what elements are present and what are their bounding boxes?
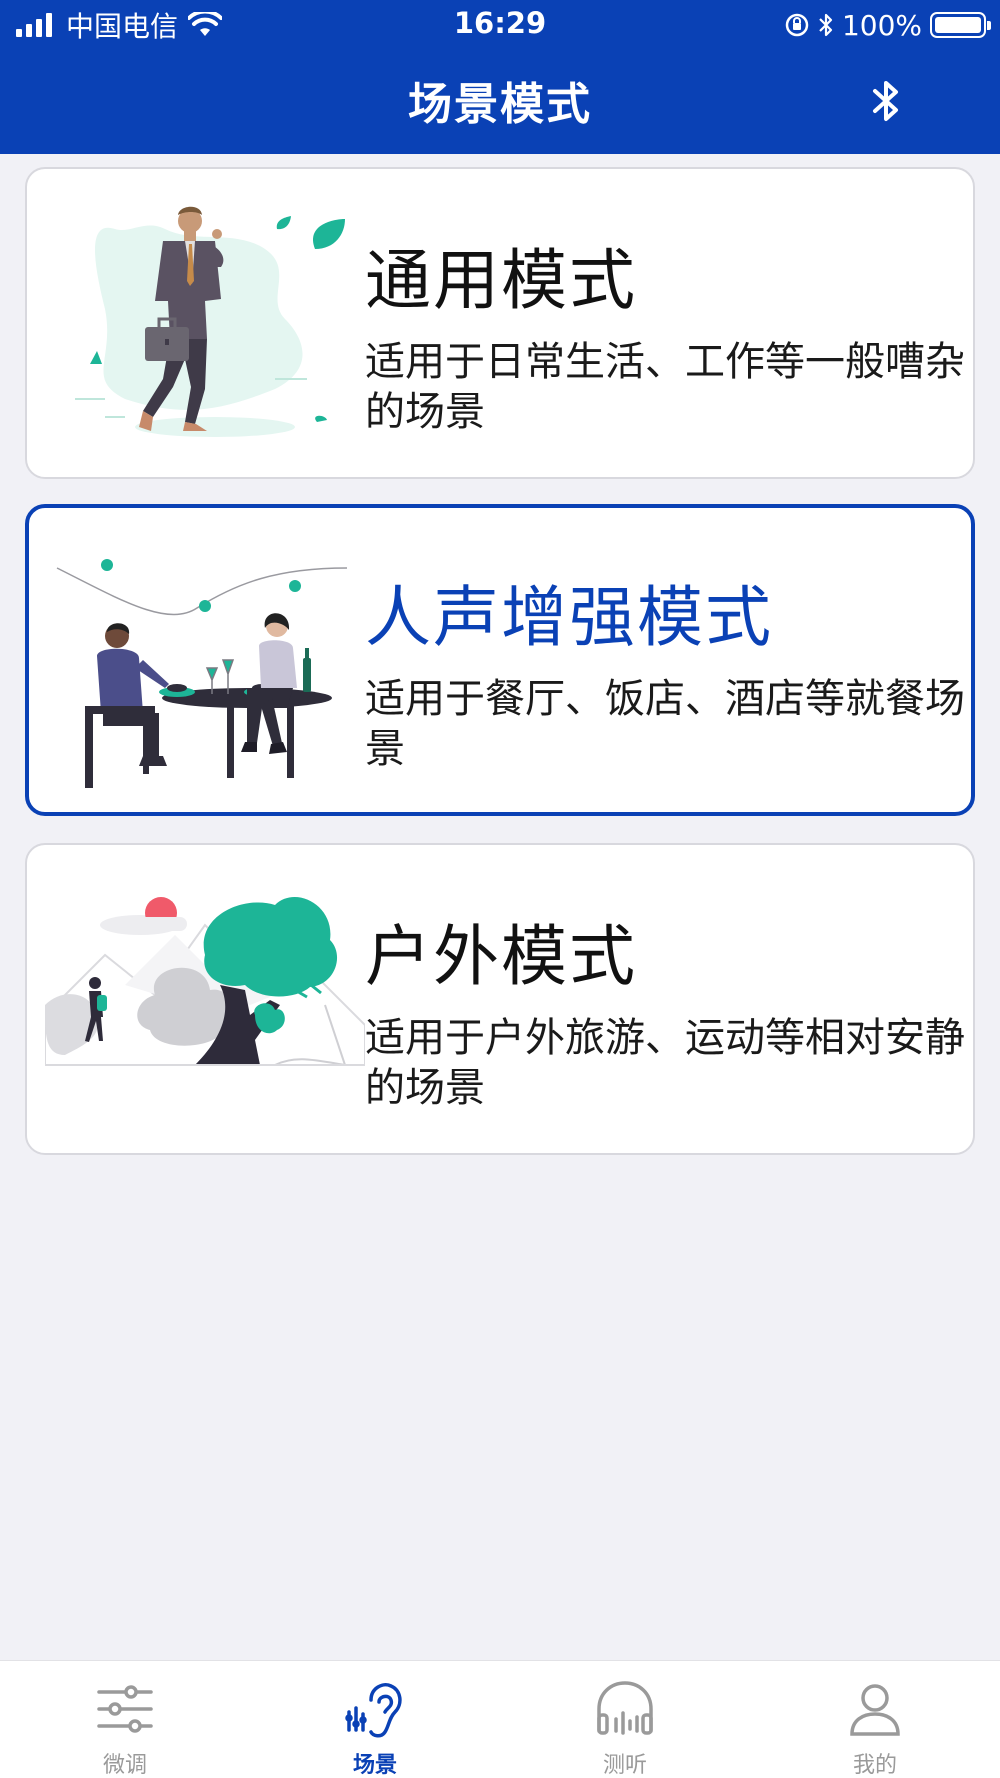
tab-mine[interactable]: 我的 [750,1661,1000,1778]
tab-label: 场景 [352,1753,397,1778]
mode-card-general[interactable]: 通用模式 适用于日常生活、工作等一般嘈杂的场景 [25,167,975,479]
tab-bar: 微调 场景 测听 我的 [0,1660,1000,1778]
status-bar: 中国电信 16:29 100% [0,0,1000,50]
orientation-lock-icon [785,13,809,37]
mode-title: 通用模式 [365,242,637,319]
mode-title: 户外模式 [365,918,637,995]
bluetooth-icon [873,81,898,121]
restaurant-dinner-illustration [56,559,348,788]
mode-description: 适用于户外旅游、运动等相对安静的场景 [365,1015,965,1111]
sliders-icon [93,1677,157,1741]
mode-card-outdoor[interactable]: 户外模式 适用于户外旅游、运动等相对安静的场景 [25,843,975,1155]
battery-icon [930,12,991,38]
tab-label: 微调 [102,1753,147,1778]
mode-description: 适用于餐厅、饭店、酒店等就餐场景 [365,676,965,772]
status-right: 100% [784,8,991,42]
mode-card-voice-enhance[interactable]: 人声增强模式 适用于餐厅、饭店、酒店等就餐场景 [25,504,975,816]
tab-label: 我的 [852,1753,897,1778]
user-icon [843,1677,907,1741]
business-man-illustration [75,206,345,437]
page-title: 场景模式 [408,79,592,130]
tab-fine-tune[interactable]: 微调 [0,1661,250,1778]
mode-title: 人声增强模式 [365,579,773,656]
battery-percent: 100% [841,8,922,42]
bluetooth-status-icon [819,13,833,37]
ear-icon [343,1677,407,1741]
app-header: 中国电信 16:29 100% 场景模式 [0,0,1000,154]
tab-hearing-test[interactable]: 测听 [500,1661,750,1778]
tab-label: 测听 [602,1753,647,1778]
outdoor-hiking-illustration [45,897,365,1066]
headphones-icon [593,1677,657,1741]
tab-scene[interactable]: 场景 [250,1661,500,1778]
bluetooth-button[interactable] [864,76,908,126]
mode-description: 适用于日常生活、工作等一般嘈杂的场景 [365,339,965,435]
